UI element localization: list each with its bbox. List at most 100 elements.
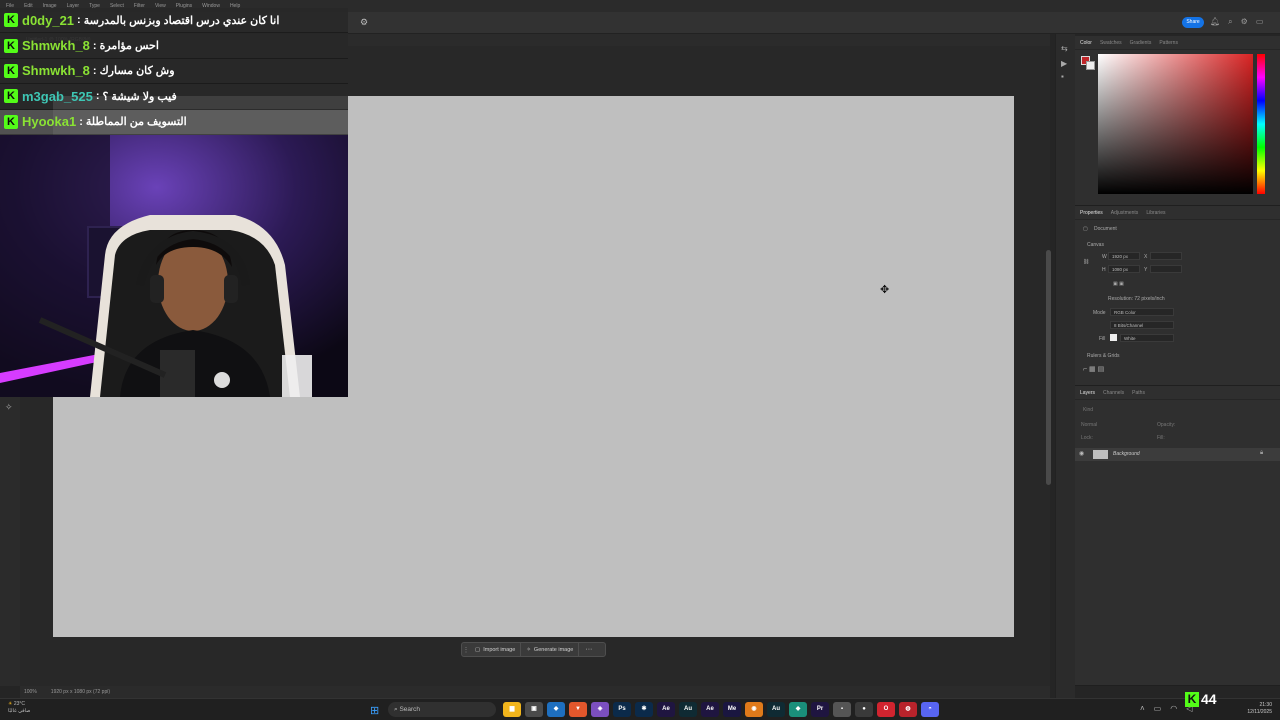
opacity-label: Opacity: [1157, 422, 1176, 428]
chat-text: وش كان مسارك [99, 65, 175, 78]
visual-studio-icon[interactable]: ◈ [591, 702, 609, 717]
layer-row[interactable]: ◉ Background 🔒︎ [1075, 448, 1280, 461]
panel-icon-strip: ⇆ ▶ ▪ [1055, 34, 1075, 698]
color-panel-tabs: Color Swatches Gradients Patterns [1075, 36, 1280, 50]
move-cursor-icon: ✥ [880, 284, 890, 296]
weather-widget[interactable]: ☀ 23°C صافي غالبًا [8, 701, 30, 715]
background-swatch[interactable] [1086, 61, 1095, 70]
windows-start-icon[interactable]: ⊞ [370, 704, 379, 717]
bell-icon[interactable]: 🔔︎ [1210, 17, 1220, 27]
panel-tab[interactable]: Swatches [1100, 40, 1122, 46]
taskbar-search[interactable]: ⌕ Search [388, 702, 496, 717]
photoshop-icon[interactable]: Ps [613, 702, 631, 717]
lock-icon[interactable]: 🔒︎ [1260, 450, 1263, 457]
orientation-icon[interactable]: ▣ ▣ [1113, 281, 1124, 287]
app-gray-icon[interactable]: ▪ [833, 702, 851, 717]
kick-logo-icon: K [1185, 691, 1199, 707]
document-label: Document [1094, 226, 1117, 232]
panel-tab[interactable]: Libraries [1146, 210, 1165, 216]
vscode-icon[interactable]: ◆ [547, 702, 565, 717]
ruler-icon[interactable]: ⌐ ▦ ▤ [1083, 365, 1104, 373]
panel-tab[interactable]: Properties [1080, 210, 1103, 216]
width-field[interactable]: 1920 px [1108, 252, 1140, 260]
layer-name: Background [1113, 451, 1140, 457]
color-picker-field[interactable] [1098, 54, 1253, 194]
kick-logo-icon: K [4, 38, 18, 53]
chat-separator: : [92, 39, 97, 52]
file-explorer-icon[interactable]: ▆ [503, 702, 521, 717]
chevron-up-icon[interactable]: ˄ [1140, 704, 1145, 713]
layers-panel: Layers Channels Paths Kind Normal Opacity:… [1075, 386, 1280, 686]
chat-message: K Hyooka1: التسويف من المماطلة [0, 109, 348, 135]
import-image-button[interactable]: ▢ Import image [470, 643, 522, 656]
height-field[interactable]: 1080 px [1108, 265, 1140, 273]
mode-select[interactable]: RGB Color [1110, 308, 1174, 316]
workspace-icon[interactable]: ▭ [1256, 17, 1264, 27]
after-effects-icon[interactable]: Ae [657, 702, 675, 717]
vertical-scrollbar[interactable] [1046, 250, 1051, 485]
panel-tab[interactable]: Gradients [1130, 40, 1152, 46]
mode-label: Mode [1093, 310, 1106, 316]
settings-icon[interactable]: ⚙ [1241, 17, 1248, 27]
blend-mode-select[interactable]: Normal [1081, 422, 1097, 428]
color-panel: Color Swatches Gradients Patterns [1075, 36, 1280, 206]
link-icon[interactable]: ⛓ [1083, 259, 1089, 265]
premiere-icon[interactable]: Pr [811, 702, 829, 717]
fill-select[interactable]: White [1120, 334, 1174, 342]
panel-tab[interactable]: Layers [1080, 390, 1095, 396]
drag-handle-icon[interactable]: ⋮ [462, 646, 470, 654]
brave-icon[interactable]: ▼ [569, 702, 587, 717]
panel-tab[interactable]: Paths [1132, 390, 1145, 396]
panel-tab[interactable]: Adjustments [1111, 210, 1139, 216]
obs-icon[interactable]: ● [855, 702, 873, 717]
taskbar-apps: ▆ ▣ ◆ ▼ ◈ Ps ✱ Ae Au Ae Me ◉ Au ◆ Pr ▪ ● O ◍ ◓ [503, 702, 939, 717]
search-icon[interactable]: ⌕ [1228, 17, 1232, 27]
comment-icon[interactable]: ▪ [1061, 72, 1064, 81]
play-icon[interactable]: ▶ [1061, 59, 1067, 68]
properties-panel-tabs: Properties Adjustments Libraries [1075, 206, 1280, 220]
eye-icon[interactable]: ◉ [1079, 450, 1084, 457]
history-icon[interactable]: ⇆ [1061, 44, 1068, 53]
app-blue-icon[interactable]: ✱ [635, 702, 653, 717]
panel-tab[interactable]: Patterns [1159, 40, 1178, 46]
chat-message: Kd0dy_21: انا كان عندي درس اقتصاد وبزنس ب… [0, 8, 348, 34]
opera-icon[interactable]: O [877, 702, 895, 717]
y-field[interactable] [1150, 265, 1182, 273]
height-label: H [1102, 267, 1106, 273]
media-encoder-icon[interactable]: Me [723, 702, 741, 717]
audition-2-icon[interactable]: Au [767, 702, 785, 717]
system-clock[interactable]: 21:30 12/11/2025 [1234, 702, 1272, 716]
fill-swatch[interactable] [1110, 334, 1117, 341]
weather-desc: صافي غالبًا [8, 708, 31, 714]
chat-username: Hyooka1 [22, 114, 77, 130]
discord-icon[interactable]: ◓ [921, 702, 939, 717]
top-icons: 🔔︎ ⌕ ⚙ ▭ [1210, 17, 1263, 27]
panel-tab[interactable]: Color [1080, 40, 1092, 46]
hue-slider[interactable] [1257, 54, 1265, 194]
x-field[interactable] [1150, 252, 1182, 260]
gear-icon[interactable]: ⚙ [360, 17, 368, 28]
panel-tab[interactable]: Channels [1103, 390, 1124, 396]
app-teal-icon[interactable]: ◆ [789, 702, 807, 717]
wifi-icon[interactable]: ◠ [1170, 704, 1177, 713]
audition-icon[interactable]: Au [679, 702, 697, 717]
document-icon: ▢ [1083, 226, 1088, 232]
app-red-icon[interactable]: ◍ [899, 702, 917, 717]
generate-image-button[interactable]: ✧ Generate image [521, 643, 580, 656]
blender-icon[interactable]: ◉ [745, 702, 763, 717]
generative-icon[interactable]: ✧ [5, 402, 13, 413]
clock-date: 12/11/2025 [1247, 709, 1272, 715]
chat-message: Km3gab_525: فيب ولا شيشة ؟ [0, 84, 348, 110]
after-effects-2-icon[interactable]: Ae [701, 702, 719, 717]
layers-panel-tabs: Layers Channels Paths [1075, 386, 1280, 400]
more-options-button[interactable]: ··· [579, 646, 598, 653]
weather-icon: ☀ [8, 701, 13, 707]
network-icon[interactable]: ▭ [1154, 704, 1162, 713]
chat-text: فيب ولا شيشة ؟ [102, 90, 177, 103]
zoom-level[interactable]: 100% [24, 689, 37, 695]
filter-kind-label[interactable]: Kind [1083, 407, 1093, 413]
store-icon[interactable]: ▣ [525, 702, 543, 717]
share-button[interactable]: Share [1182, 17, 1204, 28]
bit-depth-select[interactable]: 8 Bits/Channel [1110, 321, 1174, 329]
webcam-feed [0, 135, 348, 397]
